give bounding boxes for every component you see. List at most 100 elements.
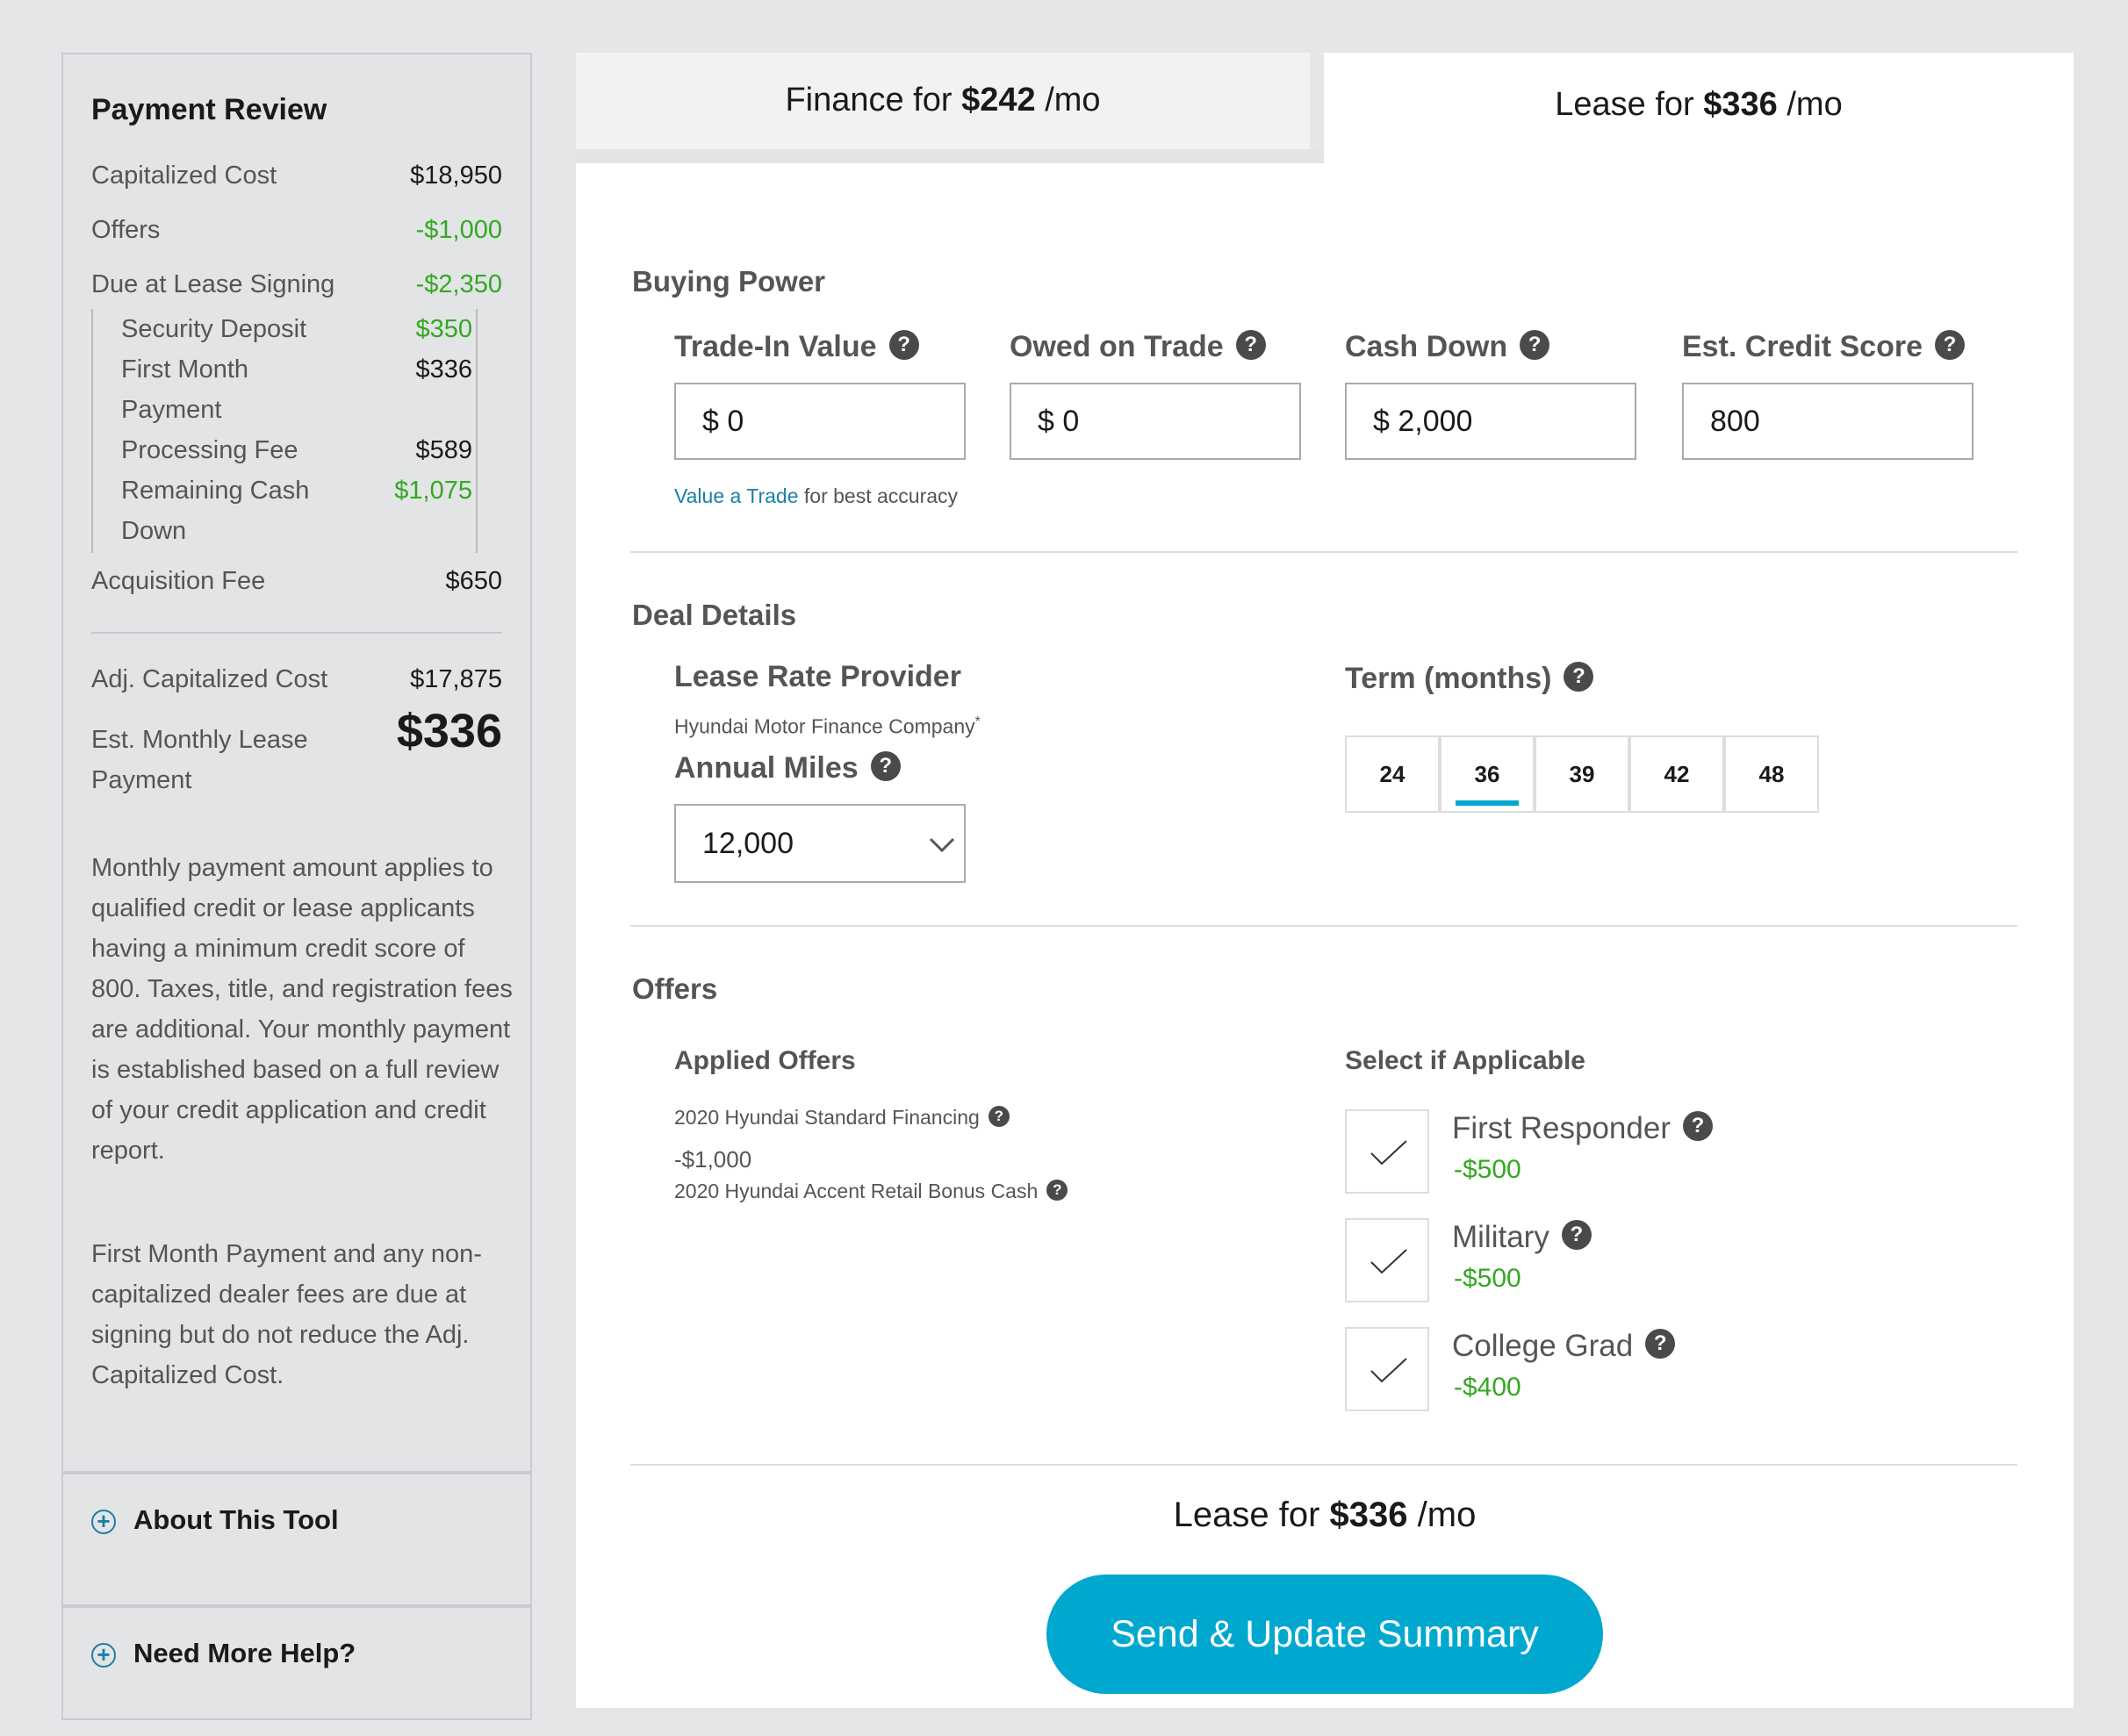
military-label: Military? <box>1452 1220 1592 1255</box>
first-month-label-line2: Payment <box>121 396 222 424</box>
about-tool-label: About This Tool <box>133 1504 339 1535</box>
send-update-summary-button[interactable]: Send & Update Summary <box>1046 1575 1603 1694</box>
value-trade-link[interactable]: Value a Trade <box>674 484 799 507</box>
help-icon[interactable]: ? <box>1934 330 1965 360</box>
trade-in-label: Trade-In Value? <box>674 330 919 364</box>
help-icon[interactable]: ? <box>888 330 919 360</box>
lease-rate-provider-name: Hyundai Motor Finance Company* <box>674 714 981 738</box>
tab-lease-prefix: Lease for <box>1555 86 1694 123</box>
trade-in-input[interactable] <box>702 405 931 439</box>
tab-lease-suffix: /mo <box>1787 86 1843 123</box>
help-icon[interactable]: ? <box>1046 1180 1068 1201</box>
college-grad-checkbox[interactable] <box>1345 1327 1429 1411</box>
processing-fee-label: Processing Fee <box>121 436 298 464</box>
sidebar-divider <box>91 632 502 634</box>
tab-lease[interactable]: Lease for $336 /mo <box>1324 53 2074 163</box>
help-icon[interactable]: ? <box>1564 662 1594 692</box>
help-icon[interactable]: ? <box>1645 1329 1676 1359</box>
offers-title: Offers <box>632 972 718 1005</box>
about-tool-accordion[interactable]: + About This Tool <box>63 1471 530 1603</box>
credit-score-label: Est. Credit Score? <box>1682 330 1965 364</box>
adj-cap-cost-label: Adj. Capitalized Cost <box>91 665 328 693</box>
tab-finance-prefix: Finance for <box>785 82 953 118</box>
help-icon[interactable]: ? <box>1682 1111 1713 1141</box>
military-value: -$500 <box>1454 1264 1521 1293</box>
capitalized-cost-label: Capitalized Cost <box>91 161 277 190</box>
need-help-accordion[interactable]: + Need More Help? <box>63 1604 530 1736</box>
plus-icon: + <box>91 1643 116 1668</box>
est-monthly-label-line2: Payment <box>91 766 192 794</box>
annual-miles-label: Annual Miles? <box>674 751 901 786</box>
credit-score-input[interactable] <box>1710 405 1938 439</box>
selected-term-underline <box>1456 800 1519 806</box>
term-option-48[interactable]: 48 <box>1724 735 1819 813</box>
trade-in-field[interactable] <box>674 383 966 460</box>
help-icon[interactable]: ? <box>1520 330 1550 360</box>
est-monthly-label-line1: Est. Monthly Lease <box>91 726 308 754</box>
acquisition-fee-label: Acquisition Fee <box>91 567 266 595</box>
cash-down-input[interactable] <box>1373 405 1601 439</box>
term-option-39[interactable]: 39 <box>1535 735 1629 813</box>
cash-down-field[interactable] <box>1345 383 1636 460</box>
applied-offers-label: Applied Offers <box>674 1046 856 1075</box>
tab-finance-amount: $242 <box>961 82 1036 118</box>
payment-review-title: Payment Review <box>91 93 327 126</box>
first-month-value: $336 <box>415 355 472 384</box>
plus-icon: + <box>91 1510 116 1534</box>
adj-cap-cost-value: $17,875 <box>410 665 502 693</box>
offers-label: Offers <box>91 216 161 244</box>
remaining-cash-value: $1,075 <box>394 477 472 505</box>
value-trade-note: Value a Trade for best accuracy <box>674 484 959 507</box>
due-at-signing-value: -$2,350 <box>415 270 502 298</box>
help-icon[interactable]: ? <box>1561 1220 1592 1250</box>
term-option-24[interactable]: 24 <box>1345 735 1440 813</box>
first-month-label-line1: First Month <box>121 355 249 384</box>
tab-finance-suffix: /mo <box>1045 82 1101 118</box>
buying-power-title: Buying Power <box>632 265 826 298</box>
credit-score-field[interactable] <box>1682 383 1973 460</box>
first-responder-value: -$500 <box>1454 1155 1521 1184</box>
owed-field[interactable] <box>1010 383 1301 460</box>
deal-details-title: Deal Details <box>632 599 797 631</box>
first-responder-checkbox[interactable] <box>1345 1109 1429 1194</box>
annual-miles-value: 12,000 <box>702 827 794 860</box>
security-deposit-value: $350 <box>415 315 472 343</box>
applied-offer-amount: -$1,000 <box>674 1146 752 1173</box>
term-option-42[interactable]: 42 <box>1629 735 1724 813</box>
check-icon <box>1370 1140 1407 1166</box>
help-icon[interactable]: ? <box>870 751 901 781</box>
disclaimer-first-month: First Month Payment and any non-capitali… <box>91 1240 482 1389</box>
help-icon[interactable]: ? <box>988 1106 1010 1127</box>
lease-panel: Buying Power Trade-In Value? Owed on Tra… <box>576 163 2074 1708</box>
applied-offer-standard-financing: 2020 Hyundai Standard Financing? <box>674 1106 1010 1130</box>
tab-lease-amount: $336 <box>1703 86 1778 123</box>
processing-fee-value: $589 <box>415 436 472 464</box>
annual-miles-select[interactable]: 12,000 <box>674 804 966 883</box>
check-icon <box>1370 1358 1407 1383</box>
security-deposit-label: Security Deposit <box>121 315 307 343</box>
tab-finance[interactable]: Finance for $242 /mo <box>576 53 1310 149</box>
first-responder-label: First Responder? <box>1452 1111 1713 1146</box>
check-icon <box>1370 1249 1407 1274</box>
remaining-cash-label-line2: Down <box>121 517 187 545</box>
need-help-label: Need More Help? <box>133 1638 356 1668</box>
capitalized-cost-value: $18,950 <box>410 161 502 190</box>
lease-total: Lease for $336 /mo <box>1173 1496 1477 1534</box>
chevron-down-icon <box>929 837 955 853</box>
due-at-signing-label: Due at Lease Signing <box>91 270 335 298</box>
owed-input[interactable] <box>1038 405 1266 439</box>
remaining-cash-label-line1: Remaining Cash <box>121 477 310 505</box>
select-applicable-label: Select if Applicable <box>1345 1046 1585 1075</box>
owed-label: Owed on Trade? <box>1010 330 1266 364</box>
cash-down-label: Cash Down? <box>1345 330 1550 364</box>
applied-offer-bonus-cash: 2020 Hyundai Accent Retail Bonus Cash? <box>674 1180 1068 1203</box>
term-label: Term (months)? <box>1345 662 1594 696</box>
college-grad-label: College Grad? <box>1452 1329 1676 1364</box>
help-icon[interactable]: ? <box>1235 330 1266 360</box>
offers-value: -$1,000 <box>415 216 502 244</box>
est-monthly-value: $336 <box>396 705 502 757</box>
term-option-36[interactable]: 36 <box>1440 735 1535 813</box>
military-checkbox[interactable] <box>1345 1218 1429 1302</box>
lease-rate-provider-label: Lease Rate Provider <box>674 660 961 693</box>
payment-review-panel: Payment Review Capitalized Cost $18,950 … <box>61 53 532 1720</box>
